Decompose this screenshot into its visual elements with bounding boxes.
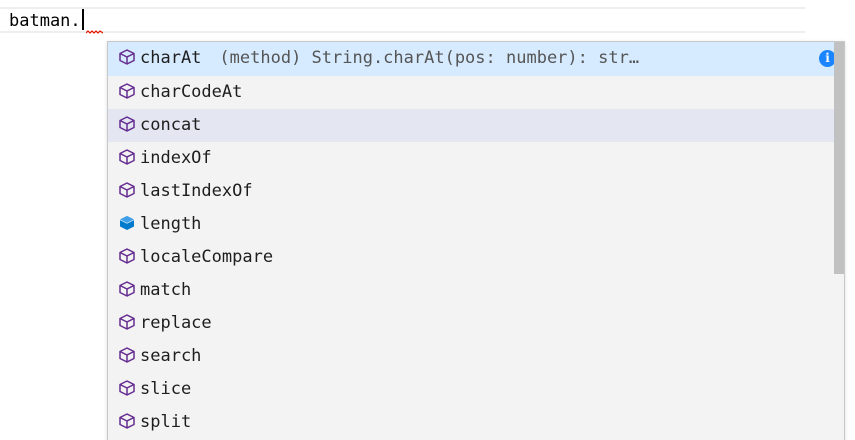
suggest-item-localecompare[interactable]: localeCompare xyxy=(108,241,844,274)
suggest-item-lastindexof[interactable]: lastIndexOf xyxy=(108,175,844,208)
suggest-item-search[interactable]: search xyxy=(108,340,844,373)
suggest-item-label: length xyxy=(140,214,202,234)
suggest-item-detail: (method) String.charAt(pos: number): str… xyxy=(219,48,640,68)
suggest-item-replace[interactable]: replace xyxy=(108,307,844,340)
method-cube-icon xyxy=(118,112,136,132)
method-cube-icon xyxy=(118,343,136,363)
suggest-item-label: localeCompare xyxy=(140,247,274,267)
suggest-item-label: concat xyxy=(140,115,202,135)
suggest-item-split[interactable]: split xyxy=(108,406,844,439)
text-cursor xyxy=(81,9,84,30)
suggest-item-label: indexOf xyxy=(140,148,212,168)
suggest-item-label: slice xyxy=(140,379,192,399)
suggest-item-charat[interactable]: charAt (method) String.charAt(pos: number… xyxy=(108,42,844,76)
method-cube-icon xyxy=(118,45,136,65)
suggest-item-label: split xyxy=(140,412,192,432)
method-cube-icon xyxy=(118,244,136,264)
suggest-item-label: replace xyxy=(140,313,212,333)
suggest-item-label: search xyxy=(140,346,202,366)
method-cube-icon xyxy=(118,310,136,330)
suggest-item-label: charCodeAt xyxy=(140,82,243,102)
method-cube-icon xyxy=(118,277,136,297)
code-text: batman. xyxy=(9,11,81,31)
method-cube-icon xyxy=(118,376,136,396)
method-cube-icon xyxy=(118,145,136,165)
suggest-item-label: charAt xyxy=(140,48,202,68)
suggest-item-indexof[interactable]: indexOf xyxy=(108,142,844,175)
method-cube-icon xyxy=(118,178,136,198)
suggest-item-slice[interactable]: slice xyxy=(108,373,844,406)
method-cube-icon xyxy=(118,409,136,429)
code-line[interactable]: batman. xyxy=(9,9,84,33)
error-squiggle xyxy=(86,30,103,34)
suggest-item-label: lastIndexOf xyxy=(140,181,253,201)
suggest-widget[interactable]: charAt (method) String.charAt(pos: number… xyxy=(107,41,845,440)
suggest-item-match[interactable]: match xyxy=(108,274,844,307)
scrollbar-thumb[interactable] xyxy=(834,42,844,274)
property-cube-icon xyxy=(118,211,136,230)
method-cube-icon xyxy=(118,79,136,99)
current-line-highlight xyxy=(0,7,805,33)
suggest-item-concat[interactable]: concat xyxy=(108,109,844,142)
suggest-item-length[interactable]: length xyxy=(108,208,844,241)
code-editor[interactable]: batman. charAt (method) String.charAt(pos… xyxy=(0,0,855,440)
suggest-list: charAt (method) String.charAt(pos: number… xyxy=(108,42,844,439)
suggest-scrollbar[interactable] xyxy=(834,42,844,440)
suggest-item-label: match xyxy=(140,280,192,300)
suggest-item-charcodeat[interactable]: charCodeAt xyxy=(108,76,844,109)
